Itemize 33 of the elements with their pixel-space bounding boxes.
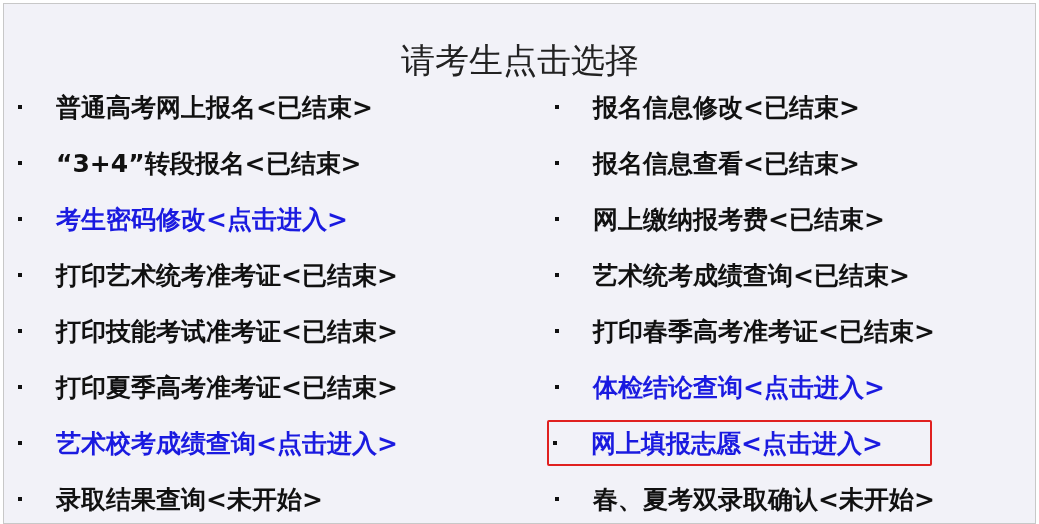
bullet-icon	[18, 441, 22, 445]
menu-item-text: 打印艺术统考准考证<已结束>	[56, 259, 398, 292]
menu-item-text: 录取结果查询<未开始>	[56, 483, 323, 516]
menu-item-text: 打印夏季高考准考证<已结束>	[56, 371, 398, 404]
bullet-icon	[553, 441, 557, 445]
menu-item-text: 网上缴纳报考费<已结束>	[593, 203, 885, 236]
bullet-icon	[18, 161, 22, 165]
bullet-icon	[555, 329, 559, 333]
bullet-icon	[18, 273, 22, 277]
bullet-icon	[18, 329, 22, 333]
bullet-icon	[555, 217, 559, 221]
menu-item-text: 打印技能考试准考证<已结束>	[56, 315, 398, 348]
menu-link[interactable]: 体检结论查询<点击进入>	[593, 370, 885, 404]
bullet-icon	[18, 497, 22, 501]
menu-item-text: 报名信息查看<已结束>	[593, 147, 860, 180]
menu-link[interactable]: 网上填报志愿<点击进入>	[591, 426, 883, 460]
menu-item-text: 打印春季高考准考证<已结束>	[593, 315, 935, 348]
menu-item-text: 春、夏考双录取确认<未开始>	[593, 483, 935, 516]
menu-link[interactable]: 考生密码修改<点击进入>	[56, 202, 348, 236]
bullet-icon	[555, 273, 559, 277]
menu-link[interactable]: 艺术校考成绩查询<点击进入>	[56, 426, 398, 460]
bullet-icon	[555, 497, 559, 501]
bullet-icon	[555, 105, 559, 109]
menu-item-text: 普通高考网上报名<已结束>	[56, 91, 373, 124]
menu-item-text: 报名信息修改<已结束>	[593, 91, 860, 124]
page-title: 请考生点击选择	[400, 39, 639, 82]
menu-item-text: “3+4”转段报名<已结束>	[56, 147, 362, 180]
bullet-icon	[555, 161, 559, 165]
bullet-icon	[18, 385, 22, 389]
bullet-icon	[555, 385, 559, 389]
menu-item-text: 艺术统考成绩查询<已结束>	[593, 259, 910, 292]
bullet-icon	[18, 105, 22, 109]
bullet-icon	[18, 217, 22, 221]
